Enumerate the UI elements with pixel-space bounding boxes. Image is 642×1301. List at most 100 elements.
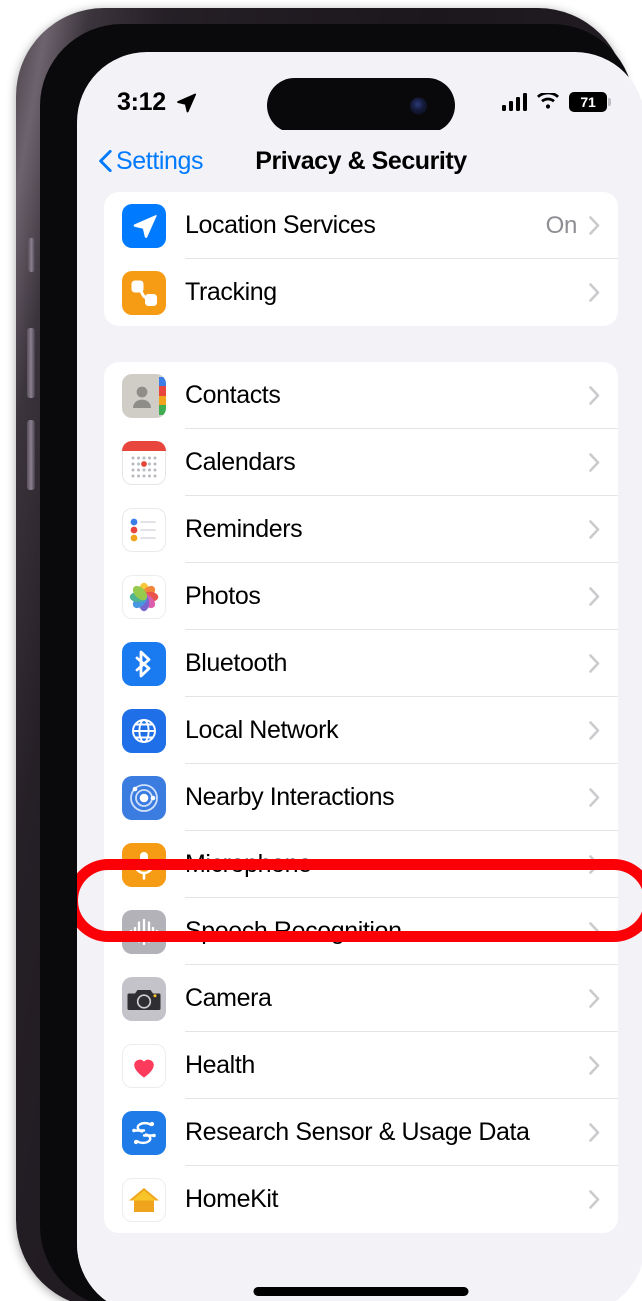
row-accessory: [589, 386, 618, 405]
settings-group-location: Location Services On Tracking: [104, 192, 618, 326]
bluetooth-icon: [122, 641, 166, 686]
row-label: Research Sensor & Usage Data: [185, 1118, 530, 1146]
battery-percent: 71: [580, 94, 596, 110]
chevron-right-icon: [589, 855, 600, 874]
chevron-right-icon: [589, 654, 600, 673]
local-network-icon: [122, 708, 166, 753]
screenshot-root: 3:12 71 Settings Privacy & Security Loca…: [0, 0, 642, 1301]
chevron-right-icon: [589, 216, 600, 235]
tracking-icon: [122, 270, 166, 315]
chevron-right-icon: [589, 721, 600, 740]
row-accessory: [589, 788, 618, 807]
front-camera-icon: [410, 97, 427, 114]
row-nearby-interactions[interactable]: Nearby Interactions: [104, 764, 618, 831]
row-accessory: [589, 922, 618, 941]
row-homekit[interactable]: HomeKit: [104, 1166, 618, 1233]
row-bluetooth[interactable]: Bluetooth: [104, 630, 618, 697]
navigation-bar: Settings Privacy & Security: [77, 130, 642, 192]
chevron-right-icon: [589, 386, 600, 405]
nearby-interactions-icon: [122, 775, 166, 820]
row-camera[interactable]: Camera: [104, 965, 618, 1032]
settings-group-app-privacy: Contacts Calendars Reminders Photos Blue…: [104, 362, 618, 1233]
chevron-right-icon: [589, 1056, 600, 1075]
chevron-right-icon: [589, 587, 600, 606]
chevron-right-icon: [589, 283, 600, 302]
row-tracking[interactable]: Tracking: [104, 259, 618, 326]
row-accessory: [589, 587, 618, 606]
row-accessory: [589, 654, 618, 673]
row-local-network[interactable]: Local Network: [104, 697, 618, 764]
row-value: On: [545, 211, 578, 239]
chevron-right-icon: [589, 520, 600, 539]
row-label: Reminders: [185, 515, 303, 543]
back-button[interactable]: Settings: [99, 146, 204, 176]
volume-down-button[interactable]: [27, 420, 35, 490]
row-label: Local Network: [185, 716, 339, 744]
health-icon: [122, 1043, 166, 1088]
chevron-right-icon: [589, 453, 600, 472]
row-label: Camera: [185, 984, 272, 1012]
back-button-label: Settings: [116, 146, 204, 175]
row-health[interactable]: Health: [104, 1032, 618, 1099]
dynamic-island: [267, 78, 455, 133]
row-label: Photos: [185, 582, 261, 610]
row-photos[interactable]: Photos: [104, 563, 618, 630]
chevron-right-icon: [589, 1190, 600, 1209]
contacts-tabs: [159, 376, 166, 415]
status-bar-right: 71: [501, 92, 611, 112]
home-indicator[interactable]: [253, 1287, 469, 1296]
row-accessory: [589, 855, 618, 874]
battery-icon: 71: [569, 92, 611, 112]
row-label: Contacts: [185, 381, 281, 409]
location-arrow-icon: [177, 93, 196, 113]
row-label: Microphone: [185, 850, 312, 878]
row-speech-recognition[interactable]: Speech Recognition: [104, 898, 618, 965]
camera-icon: [122, 976, 166, 1021]
wifi-icon: [537, 93, 559, 109]
homekit-icon: [122, 1177, 166, 1222]
chevron-right-icon: [589, 989, 600, 1008]
row-microphone[interactable]: Microphone: [104, 831, 618, 898]
row-label: Speech Recognition: [185, 917, 402, 945]
row-accessory: [589, 1123, 618, 1142]
silent-switch[interactable]: [28, 238, 35, 272]
volume-up-button[interactable]: [27, 328, 35, 398]
row-accessory: [589, 989, 618, 1008]
row-accessory: On: [546, 212, 618, 240]
row-accessory: [589, 1056, 618, 1075]
row-accessory: [589, 1190, 618, 1209]
contacts-icon: [122, 373, 166, 418]
microphone-icon: [122, 842, 166, 887]
row-location-services[interactable]: Location Services On: [104, 192, 618, 259]
chevron-right-icon: [589, 922, 600, 941]
row-research-sensor-usage-data[interactable]: Research Sensor & Usage Data: [104, 1099, 618, 1166]
row-accessory: [589, 453, 618, 472]
row-accessory: [577, 283, 618, 302]
phone-bezel: 3:12 71 Settings Privacy & Security Loca…: [40, 24, 642, 1301]
row-accessory: [589, 721, 618, 740]
row-accessory: [589, 520, 618, 539]
reminders-icon: [122, 507, 166, 552]
photos-icon: [122, 574, 166, 619]
row-label: Nearby Interactions: [185, 783, 395, 811]
phone-frame: 3:12 71 Settings Privacy & Security Loca…: [16, 8, 642, 1301]
row-label: HomeKit: [185, 1185, 279, 1213]
chevron-right-icon: [589, 788, 600, 807]
chevron-left-icon: [99, 150, 112, 172]
row-label: Calendars: [185, 448, 296, 476]
speech-recognition-icon: [122, 909, 166, 954]
research-sensor-icon: [122, 1110, 166, 1155]
row-contacts[interactable]: Contacts: [104, 362, 618, 429]
chevron-right-icon: [589, 1123, 600, 1142]
cellular-signal-icon: [501, 93, 527, 111]
row-calendars[interactable]: Calendars: [104, 429, 618, 496]
status-bar-time: 3:12: [117, 87, 166, 116]
settings-list: Location Services On Tracking Contacts C…: [77, 192, 642, 1301]
row-reminders[interactable]: Reminders: [104, 496, 618, 563]
row-label: Location Services: [185, 211, 376, 239]
phone-screen: 3:12 71 Settings Privacy & Security Loca…: [77, 52, 642, 1301]
location-services-icon: [122, 203, 166, 248]
row-label: Tracking: [185, 278, 277, 306]
calendars-icon: [122, 440, 166, 485]
status-bar-left: 3:12: [117, 88, 197, 117]
